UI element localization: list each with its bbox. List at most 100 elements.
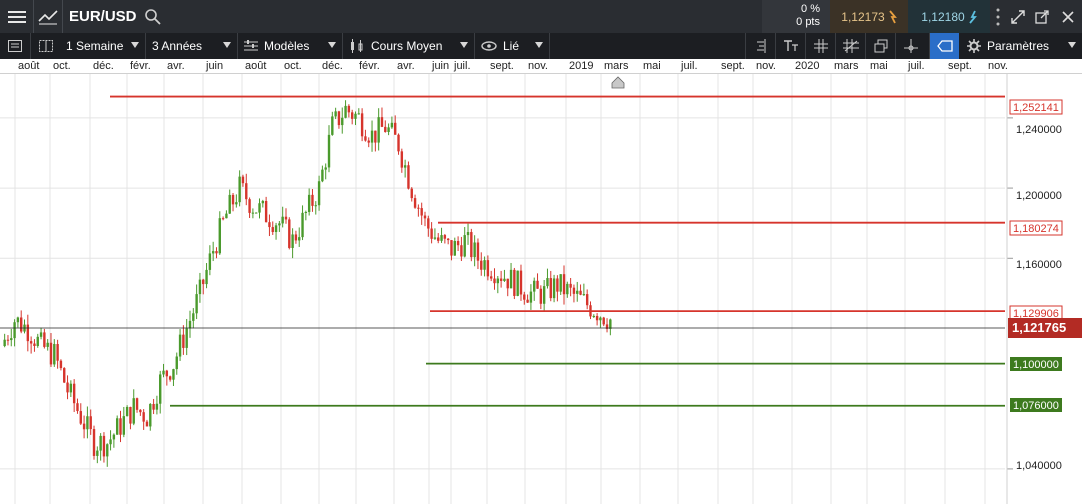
link-select[interactable]: Lié (475, 33, 550, 59)
range-select[interactable]: 3 Années (146, 33, 238, 59)
candle-body (165, 370, 169, 377)
candle-body (188, 320, 192, 329)
candle-body (254, 212, 258, 214)
candle-body (483, 260, 486, 270)
candle-body (261, 200, 265, 204)
candle-body (317, 181, 321, 206)
candle-body (215, 251, 218, 254)
candle-body (460, 245, 463, 257)
candle-body (205, 269, 208, 285)
candle-body (344, 105, 347, 118)
layout-grid-icon[interactable] (30, 33, 60, 59)
search-icon[interactable] (141, 0, 163, 33)
candle-body (175, 356, 178, 370)
price-chart[interactable]: 1,240000 1,200000 1,160000 1,040000 1,25… (0, 74, 1082, 504)
candle-body (503, 278, 506, 281)
candle-body (599, 317, 602, 321)
horizontal-gridlines (0, 117, 1013, 470)
crosshair-grid-icon[interactable] (835, 33, 865, 59)
candle-body (374, 130, 377, 143)
time-label: 2020 (795, 60, 820, 72)
candle-body (59, 360, 63, 369)
candle-body (109, 439, 112, 445)
candle-body (115, 418, 119, 435)
candle-body (592, 315, 595, 317)
drag-handle-icon[interactable] (990, 0, 1006, 33)
candle-body (36, 336, 39, 346)
candle-body (298, 237, 301, 241)
chevron-down-icon (535, 42, 543, 48)
candle-body (400, 151, 404, 168)
candle-body (327, 134, 331, 168)
candle-body (337, 111, 341, 126)
candle-body (509, 269, 513, 289)
price-scale-icon[interactable] (745, 33, 775, 59)
candle-body (307, 194, 311, 213)
windows-icon[interactable] (865, 33, 895, 59)
sell-button[interactable]: 1,12173 (830, 0, 908, 33)
templates-select[interactable]: Modèles (238, 33, 343, 59)
candle-body (443, 235, 447, 239)
arrow-down-icon (888, 9, 897, 23)
time-label: juin (206, 60, 224, 72)
candle-body (211, 251, 215, 254)
candle-body (238, 176, 241, 203)
time-label: nov. (528, 60, 548, 72)
candle-body (410, 188, 413, 199)
candle-body (367, 140, 370, 143)
svg-text:1,180274: 1,180274 (1013, 223, 1059, 235)
popout-icon[interactable] (1030, 0, 1054, 33)
candle-body (102, 435, 106, 457)
candle-body (314, 205, 317, 207)
interval-select[interactable]: 1 Semaine (60, 33, 146, 59)
candle-body (423, 215, 427, 219)
scroll-marker-icon[interactable] (611, 76, 625, 89)
candle-body (178, 334, 182, 357)
candle-body (86, 416, 89, 430)
study-select[interactable]: Cours Moyen (343, 33, 475, 59)
y-tick-labels: 1,240000 1,200000 1,160000 1,040000 (1016, 124, 1062, 472)
candle-body (549, 278, 552, 299)
candle-body (135, 398, 139, 410)
text-tool-icon[interactable] (775, 33, 805, 59)
candle-body (542, 286, 546, 304)
menu-icon[interactable] (0, 0, 33, 33)
gear-icon (967, 39, 981, 53)
chevron-down-icon (460, 42, 468, 48)
candle-body (476, 242, 480, 261)
candle-body (225, 213, 228, 219)
candle-body (248, 199, 251, 213)
arrow-up-icon (968, 10, 977, 24)
buy-button[interactable]: 1,12180 (908, 0, 990, 33)
candle-body (562, 274, 566, 295)
close-icon[interactable] (1054, 0, 1082, 33)
settings-button[interactable]: Paramètres (961, 33, 1082, 59)
time-label: avr. (397, 60, 415, 72)
candle-body (350, 112, 354, 119)
candle-body (152, 403, 155, 410)
candle-body (182, 334, 185, 348)
expand-icon[interactable] (1006, 0, 1030, 33)
candle-body (294, 234, 298, 241)
tag-tool-icon[interactable] (929, 33, 959, 59)
candle-body (407, 165, 410, 189)
candle-body (228, 194, 231, 214)
chevron-down-icon (1068, 42, 1076, 48)
list-icon[interactable] (0, 33, 30, 59)
grid-icon[interactable] (805, 33, 835, 59)
candle-body (3, 339, 6, 347)
range-label: 3 Années (152, 39, 203, 53)
candle-body (437, 237, 440, 241)
candle-body (89, 416, 92, 430)
crosshair-icon[interactable] (895, 33, 925, 59)
y-tick-label: 1,160000 (1016, 259, 1062, 271)
candle-body (466, 232, 470, 236)
change-percent: 0 % (801, 3, 820, 15)
candle-body (377, 117, 380, 143)
chart-line-icon[interactable] (34, 0, 62, 33)
candle-body (321, 169, 324, 182)
candle-body (470, 232, 473, 258)
candle-body (162, 370, 165, 375)
y-tick-label: 1,200000 (1016, 190, 1062, 202)
templates-icon (244, 40, 258, 51)
